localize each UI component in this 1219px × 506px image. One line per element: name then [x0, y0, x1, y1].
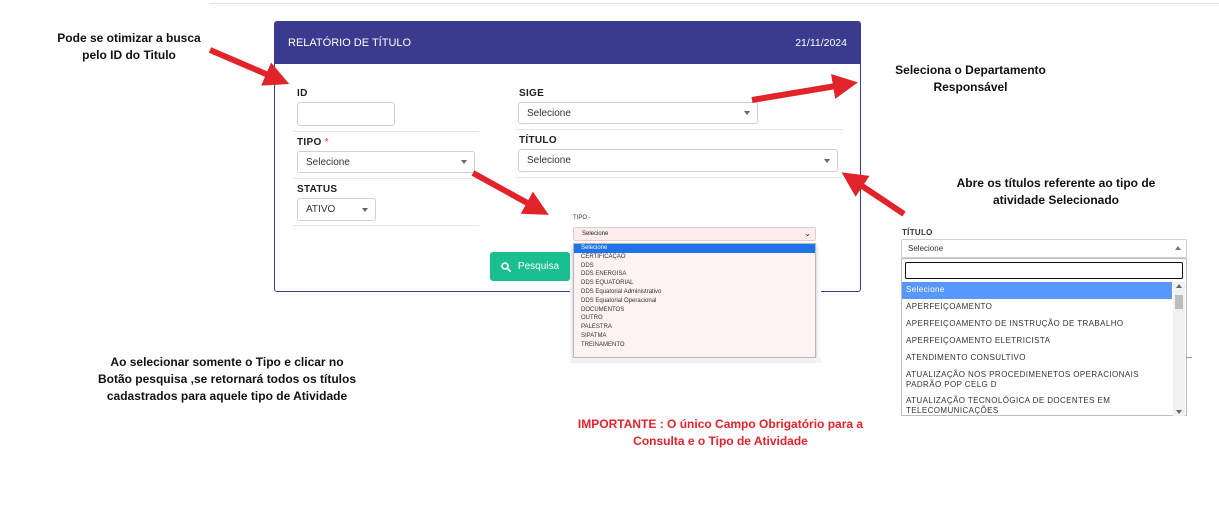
sige-select-value: Selecione [527, 107, 571, 119]
divider [1186, 357, 1192, 358]
report-date: 21/11/2024 [795, 37, 847, 49]
titulo-search-input[interactable] [905, 262, 1183, 279]
caret-down-icon [744, 111, 750, 115]
note-sige: Seleciona o Departamento Responsável [895, 63, 1046, 94]
titulo-dropdown-selected: Selecione [908, 244, 944, 253]
status-select[interactable]: ATIVO [297, 198, 376, 221]
titulo-select[interactable]: Selecione [518, 149, 838, 172]
note-tipo: Ao selecionar somente o Tipo e clicar no… [97, 355, 357, 403]
tipo-option[interactable]: DDS Equatorial Operacional [574, 297, 815, 306]
tipo-dropdown-label: TIPO - [573, 215, 591, 221]
status-label: STATUS [297, 184, 338, 195]
tipo-option[interactable]: OUTRO [574, 314, 815, 323]
scroll-down-icon[interactable] [1176, 410, 1182, 414]
tipo-option[interactable]: SIPATMA [574, 332, 815, 341]
titulo-option[interactable]: ATENDIMENTO CONSULTIVO [902, 350, 1172, 367]
tipo-dropdown-list: Selecione CERTIFICAÇÃO DDS DDS ENERGISA … [573, 243, 816, 358]
sige-label: SIGE [519, 88, 545, 99]
titulo-option[interactable]: APERFEIÇOAMENTO DE INSTRUÇÃO DE TRABALHO [902, 316, 1172, 333]
divider [516, 177, 843, 178]
search-button-label: Pesquisa [517, 261, 560, 272]
scrollbar-thumb[interactable] [1175, 295, 1183, 309]
note-id: Pode se otimizar a busca pelo ID do Titu… [57, 31, 201, 62]
ghost-strip [570, 358, 821, 363]
caret-down-icon [461, 160, 467, 164]
titulo-dropdown-list: Selecione APERFEIÇOAMENTO APERFEIÇOAMENT… [902, 282, 1172, 416]
tipo-option[interactable]: DDS [574, 262, 815, 271]
tipo-select-value: Selecione [306, 156, 350, 168]
caret-up-icon [1175, 246, 1181, 250]
tipo-dropdown-selected: Selecione [582, 231, 609, 237]
tipo-label: TIPO * [297, 137, 329, 148]
note-important: IMPORTANTE : O único Campo Obrigatório p… [577, 417, 864, 448]
status-select-value: ATIVO [306, 204, 336, 215]
tipo-option[interactable]: TREINAMENTO [574, 341, 815, 350]
id-input[interactable] [297, 102, 395, 126]
chevron-down-icon: ⌄ [804, 229, 811, 238]
scrollbar[interactable] [1173, 282, 1185, 416]
id-label: ID [297, 88, 308, 99]
search-icon [501, 261, 511, 272]
tipo-label-text: TIPO [297, 137, 322, 148]
required-mark: * [324, 137, 329, 148]
divider [516, 129, 843, 130]
titulo-dropdown-panel: Selecione APERFEIÇOAMENTO APERFEIÇOAMENT… [901, 258, 1187, 416]
tipo-option[interactable]: PALESTRA [574, 323, 815, 332]
titulo-label: TÍTULO [519, 135, 557, 146]
tipo-dropdown-select[interactable]: Selecione ⌄ [573, 227, 816, 241]
scroll-up-icon[interactable] [1176, 284, 1182, 288]
caret-down-icon [824, 158, 830, 163]
divider [293, 178, 479, 179]
tipo-option[interactable]: DDS Equatorial Administrativo [574, 288, 815, 297]
titulo-dropdown-select[interactable]: Selecione [901, 239, 1187, 258]
tipo-option[interactable]: DDS ENERGISA [574, 270, 815, 279]
card-header: RELATÓRIO DE TÍTULO 21/11/2024 [275, 22, 860, 64]
tipo-option[interactable]: DDS EQUATORIAL [574, 279, 815, 288]
note-titulo: Abre os títulos referente ao tipo de ati… [956, 176, 1156, 207]
sige-select[interactable]: Selecione [518, 102, 758, 124]
titulo-option[interactable]: APERFEIÇOAMENTO ELETRICISTA [902, 333, 1172, 350]
divider [293, 225, 479, 226]
tipo-select[interactable]: Selecione [297, 151, 475, 173]
caret-down-icon [362, 207, 368, 212]
titulo-option[interactable]: ATUALIZAÇÃO NOS PROCEDIMENETOS OPERACION… [902, 367, 1172, 393]
divider [293, 131, 479, 132]
tipo-option[interactable]: DOCUMENTOS [574, 306, 815, 315]
titulo-select-value: Selecione [527, 155, 571, 166]
page-title: RELATÓRIO DE TÍTULO [288, 37, 412, 49]
titulo-option[interactable]: APERFEIÇOAMENTO [902, 299, 1172, 316]
tipo-option[interactable]: CERTIFICAÇÃO [574, 253, 815, 262]
arrow-to-id [208, 47, 290, 86]
search-button[interactable]: Pesquisa [490, 252, 570, 281]
tipo-dropdown-zoom: TIPO - Selecione ⌄ Selecione CERTIFICAÇÃ… [570, 212, 821, 363]
tipo-option[interactable]: Selecione [574, 244, 815, 253]
titulo-dropdown-label: TÍTULO [902, 228, 933, 237]
titulo-option[interactable]: ATUALIZAÇÃO TECNOLÓGICA DE DOCENTES EM T… [902, 393, 1172, 416]
titulo-option[interactable]: Selecione [902, 282, 1172, 299]
top-divider [210, 3, 1219, 4]
